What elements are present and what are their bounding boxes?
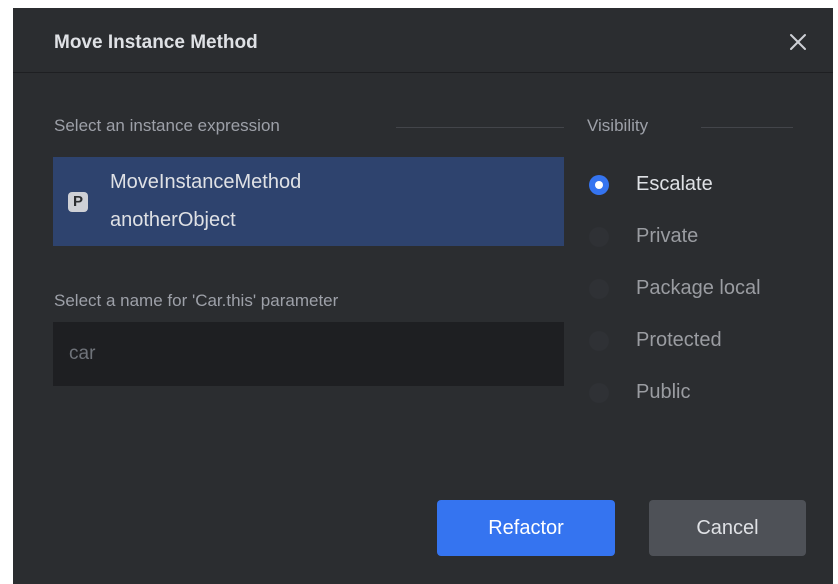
radio-label: Protected [636, 329, 722, 351]
parameter-name-input[interactable] [53, 322, 564, 386]
visibility-option-package-local[interactable]: Package local [589, 275, 819, 305]
visibility-option-public[interactable]: Public [589, 379, 819, 409]
close-icon [790, 34, 806, 50]
instance-expression-separator [396, 127, 564, 128]
cancel-button[interactable]: Cancel [649, 500, 806, 556]
radio-label: Public [636, 381, 691, 403]
instance-expression-label: Select an instance expression [54, 116, 280, 135]
expression-field-name: anotherObject [110, 209, 236, 231]
radio-button[interactable] [589, 383, 609, 403]
parameter-name-label: Select a name for 'Car.this' parameter [54, 291, 339, 310]
visibility-option-protected[interactable]: Protected [589, 327, 819, 357]
parameter-icon: P [68, 192, 88, 212]
radio-label: Private [636, 225, 699, 247]
radio-button[interactable] [589, 331, 609, 351]
visibility-label: Visibility [587, 116, 649, 135]
visibility-option-escalate[interactable]: Escalate [589, 171, 819, 201]
radio-label: Escalate [636, 173, 713, 195]
visibility-option-private[interactable]: Private [589, 223, 819, 253]
instance-expression-list-item[interactable]: P MoveInstanceMethod anotherObject [53, 157, 564, 246]
refactor-button[interactable]: Refactor [437, 500, 615, 556]
dialog-titlebar: Move Instance Method [13, 8, 833, 73]
visibility-separator [701, 127, 793, 128]
close-button[interactable] [785, 29, 811, 55]
move-instance-method-dialog: Move Instance Method Select an instance … [13, 8, 833, 584]
dialog-title: Move Instance Method [54, 32, 258, 53]
radio-label: Package local [636, 277, 761, 299]
radio-button-checked[interactable] [589, 175, 609, 195]
radio-button[interactable] [589, 227, 609, 247]
radio-button[interactable] [589, 279, 609, 299]
expression-class-name: MoveInstanceMethod [110, 171, 302, 193]
